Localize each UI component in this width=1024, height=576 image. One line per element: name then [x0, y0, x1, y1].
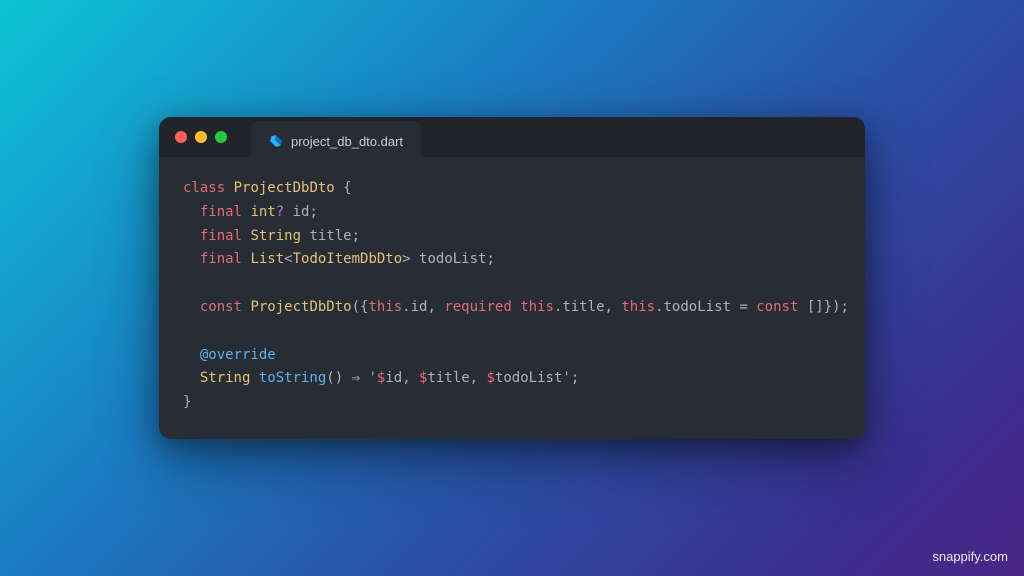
- maximize-icon[interactable]: [215, 131, 227, 143]
- code-line: final List<TodoItemDbDto> todoList;: [183, 248, 841, 272]
- code-line: String toString() ⇒ '$id, $title, $todoL…: [183, 367, 841, 391]
- code-window: project_db_dto.dart class ProjectDbDto {…: [159, 117, 865, 439]
- traffic-lights: [175, 131, 227, 143]
- dart-file-icon: [269, 134, 283, 148]
- code-blank-line: [183, 320, 841, 344]
- code-line: const ProjectDbDto({this.id, required th…: [183, 296, 841, 320]
- code-blank-line: [183, 272, 841, 296]
- code-line: @override: [183, 344, 841, 368]
- minimize-icon[interactable]: [195, 131, 207, 143]
- code-editor[interactable]: class ProjectDbDto { final int? id; fina…: [159, 157, 865, 439]
- code-line: class ProjectDbDto {: [183, 177, 841, 201]
- code-line: }: [183, 391, 841, 415]
- code-line: final int? id;: [183, 201, 841, 225]
- tab-filename: project_db_dto.dart: [291, 134, 403, 149]
- file-tab[interactable]: project_db_dto.dart: [251, 121, 421, 161]
- window-titlebar: project_db_dto.dart: [159, 117, 865, 157]
- code-line: final String title;: [183, 225, 841, 249]
- watermark-text: snappify.com: [932, 549, 1008, 564]
- close-icon[interactable]: [175, 131, 187, 143]
